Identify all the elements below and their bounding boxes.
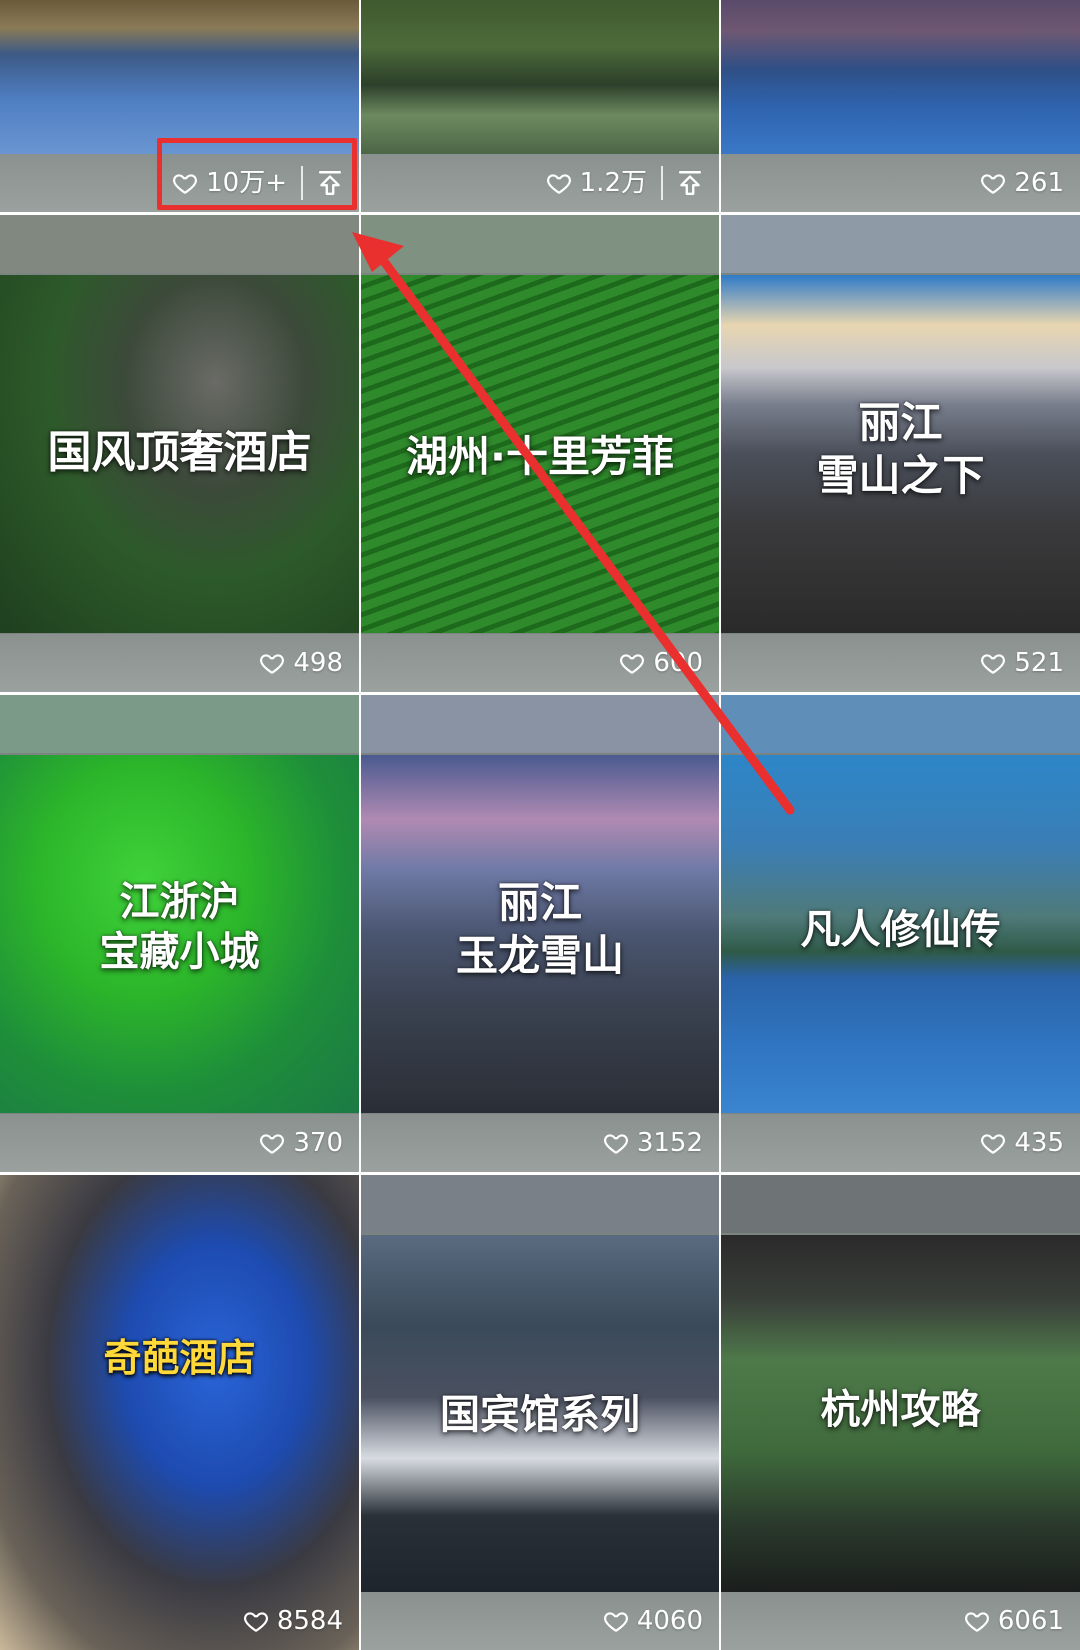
annotation-arrow: [352, 232, 795, 815]
